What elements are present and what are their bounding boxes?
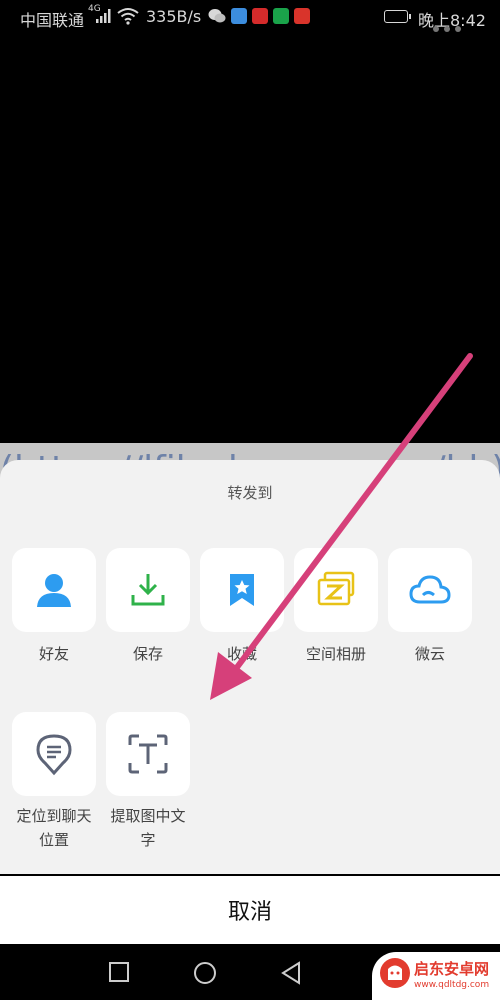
- app-notification-icon: [294, 8, 310, 24]
- location-chat-icon: [36, 734, 72, 776]
- carrier-label: 中国联通: [20, 11, 85, 30]
- favorite-label: 收藏: [226, 645, 257, 663]
- more-options-icon[interactable]: [433, 26, 461, 32]
- save-label: 保存: [132, 645, 163, 663]
- notification-icons: [208, 8, 310, 24]
- app-notification-icon: [252, 8, 268, 24]
- qzone-album-label: 空间相册: [305, 645, 366, 663]
- share-friend-button[interactable]: [12, 548, 96, 632]
- qzone-album-button[interactable]: [294, 548, 378, 632]
- status-bar: 中国联通 4G 335B/s 晚上8:42: [0, 0, 500, 36]
- share-sheet-title: 转发到: [227, 484, 273, 502]
- app-notification-icon: [231, 8, 247, 24]
- album-icon: [317, 571, 355, 606]
- extract-text-button[interactable]: [106, 712, 190, 796]
- locate-in-chat-button[interactable]: [12, 712, 96, 796]
- wifi-icon: [117, 8, 139, 25]
- extract-text-label: 提取图中文 字: [98, 804, 198, 852]
- cancel-button[interactable]: 取消: [0, 876, 500, 944]
- network-speed: 335B/s: [146, 7, 202, 26]
- cloud-icon: [409, 575, 451, 604]
- label-line: 定位到聊天: [16, 807, 92, 825]
- app-notification-icon: [273, 8, 289, 24]
- label-line: 位置: [38, 831, 69, 849]
- watermark-url: www.qdltdg.com: [414, 980, 490, 990]
- weiyun-label: 微云: [414, 645, 445, 663]
- download-icon: [131, 574, 165, 606]
- watermark-logo-icon: [380, 958, 410, 988]
- text-scan-icon: [128, 734, 168, 774]
- watermark-title: 启东安卓网: [414, 960, 490, 978]
- recent-apps-icon[interactable]: [108, 961, 130, 983]
- locate-in-chat-label: 定位到聊天 位置: [4, 804, 104, 852]
- wechat-icon: [208, 9, 226, 23]
- label-line: 字: [140, 831, 156, 849]
- bookmark-star-icon: [230, 574, 254, 606]
- save-button[interactable]: [106, 548, 190, 632]
- watermark: 启东安卓网 www.qdltdg.com: [372, 952, 500, 1000]
- battery-icon: [384, 10, 411, 23]
- label-line: 提取图中文: [110, 807, 186, 825]
- share-friend-label: 好友: [38, 645, 69, 663]
- back-icon[interactable]: [280, 961, 304, 985]
- weiyun-button[interactable]: [388, 548, 472, 632]
- person-icon: [37, 574, 71, 607]
- share-sheet: 转发到 好友 保存 收藏 空间相册 微云 定位到聊天 位置 提取图中文 字: [0, 460, 500, 874]
- signal-icon: [96, 9, 111, 23]
- home-icon[interactable]: [193, 961, 217, 985]
- favorite-button[interactable]: [200, 548, 284, 632]
